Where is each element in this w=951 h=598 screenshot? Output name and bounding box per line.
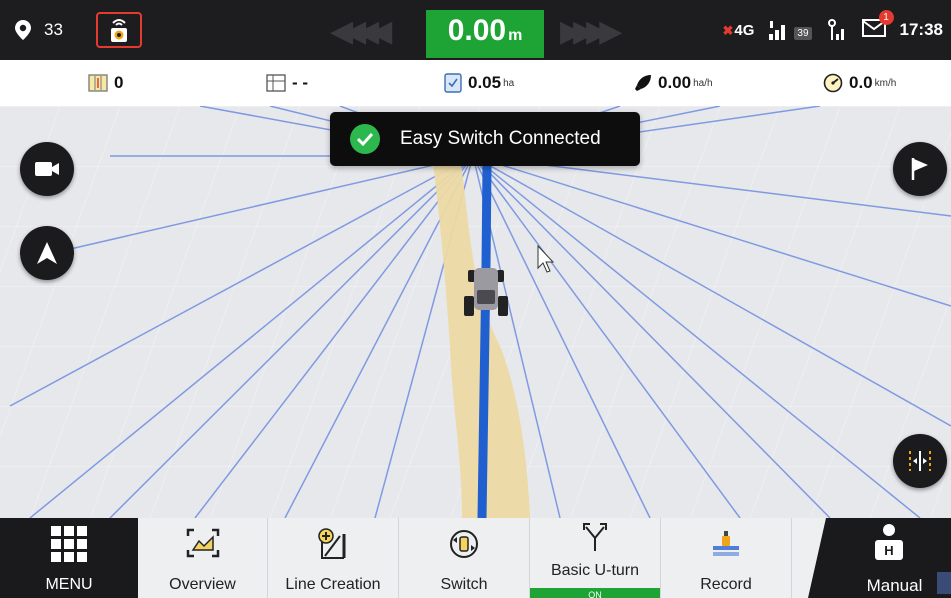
shift-line-icon (909, 451, 931, 471)
guidance-lines-canvas (0, 106, 951, 518)
uturn-state-indicator: ON (530, 588, 660, 598)
pass-count-value: 0 (114, 73, 124, 92)
work-rate-value: 0.00 (658, 73, 692, 92)
work-rate-stat[interactable]: 0.00 ha/h (634, 60, 713, 106)
receiver-icon (111, 19, 127, 42)
overview-icon (186, 528, 219, 558)
basic-uturn-button[interactable]: Basic U-turn ON (530, 518, 661, 598)
line-creation-label: Line Creation (285, 576, 381, 593)
record-label: Record (700, 576, 752, 593)
basic-uturn-label: Basic U-turn (550, 562, 640, 579)
grid-menu-icon (51, 526, 87, 562)
signal-badge: 39 (794, 27, 812, 40)
nudge-line-button[interactable] (893, 434, 947, 488)
menu-button[interactable]: MENU (0, 518, 138, 598)
uturn-icon (583, 523, 607, 551)
pass-count-stat[interactable]: 0 (88, 60, 123, 106)
check-icon (350, 124, 380, 154)
manual-label: Manual (866, 576, 923, 595)
manual-mode-button[interactable]: H Manual (808, 518, 951, 598)
speed-value: 0.00 (447, 14, 507, 47)
signal-icon (769, 21, 786, 40)
record-button[interactable]: Record (661, 518, 792, 598)
location-pin-icon (15, 20, 31, 40)
signal-status[interactable]: 39 (768, 20, 812, 40)
mail-button[interactable]: 1 (861, 10, 894, 41)
field-value: - - (292, 73, 309, 92)
mode-side-tag (937, 572, 951, 594)
flag-icon (911, 158, 928, 180)
system-status: ✖4G 39 1 17:38 (722, 10, 943, 50)
line-creation-icon (318, 528, 346, 559)
satellite-count: 33 (44, 20, 63, 39)
no-signal-icon: ✖ (722, 22, 734, 38)
field-grid-icon (266, 74, 286, 92)
work-rate-unit: ha/h (693, 77, 713, 89)
speedometer-icon (823, 73, 843, 93)
ground-speed-unit: km/h (874, 77, 897, 89)
switch-button[interactable]: Switch (399, 518, 530, 598)
camera-button[interactable] (20, 142, 74, 196)
rocket-icon (635, 75, 651, 91)
area-unit: ha (503, 77, 515, 89)
antenna-icon[interactable] (826, 18, 848, 42)
right-steer-indicator: ▶▶▶▶ (560, 15, 622, 48)
record-icon (713, 531, 739, 556)
area-value: 0.05 (468, 73, 502, 92)
status-bar: 33 ◀◀◀◀ 0.00 m ▶▶▶▶ ✖4G 39 1 17:38 (0, 0, 951, 60)
network-indicator[interactable]: ✖4G (722, 22, 754, 39)
line-creation-button[interactable]: Line Creation (268, 518, 399, 598)
switch-label: Switch (440, 576, 488, 593)
svg-text:H: H (884, 543, 893, 558)
status-toast: Easy Switch Connected (330, 112, 640, 166)
toast-message: Easy Switch Connected (400, 128, 601, 149)
menu-label: MENU (45, 576, 93, 593)
gnss-status[interactable]: 33 (14, 10, 63, 50)
manual-steering-icon: H (875, 524, 903, 560)
bottom-toolbar: MENU Overview Line Creation Switch Basic… (0, 518, 951, 598)
camera-icon (35, 162, 59, 176)
receiver-button[interactable] (96, 12, 142, 48)
lanes-icon (88, 74, 108, 92)
area-stat[interactable]: 0.05 ha (444, 60, 514, 106)
stats-bar: 0 - - 0.05 ha 0.00 ha/h 0.0 km/h (0, 60, 951, 107)
field-stat[interactable]: - - (266, 60, 308, 106)
speed-indicator: 0.00 m (426, 10, 544, 58)
ground-speed-value: 0.0 (849, 73, 873, 92)
ground-speed-stat[interactable]: 0.0 km/h (823, 60, 896, 106)
mail-count-badge: 1 (878, 10, 894, 25)
guidance-map[interactable] (0, 106, 951, 518)
left-steer-indicator: ◀◀◀◀ (330, 15, 392, 48)
overview-label: Overview (169, 576, 236, 593)
overview-button[interactable]: Overview (138, 518, 268, 598)
navigation-arrow-icon (37, 242, 57, 264)
clock: 17:38 (899, 20, 943, 39)
speed-unit: m (508, 27, 523, 44)
navigation-button[interactable] (20, 226, 74, 280)
area-icon (444, 73, 462, 93)
flag-button[interactable] (893, 142, 947, 196)
switch-icon (450, 530, 478, 558)
guidance-line-active (477, 165, 492, 518)
